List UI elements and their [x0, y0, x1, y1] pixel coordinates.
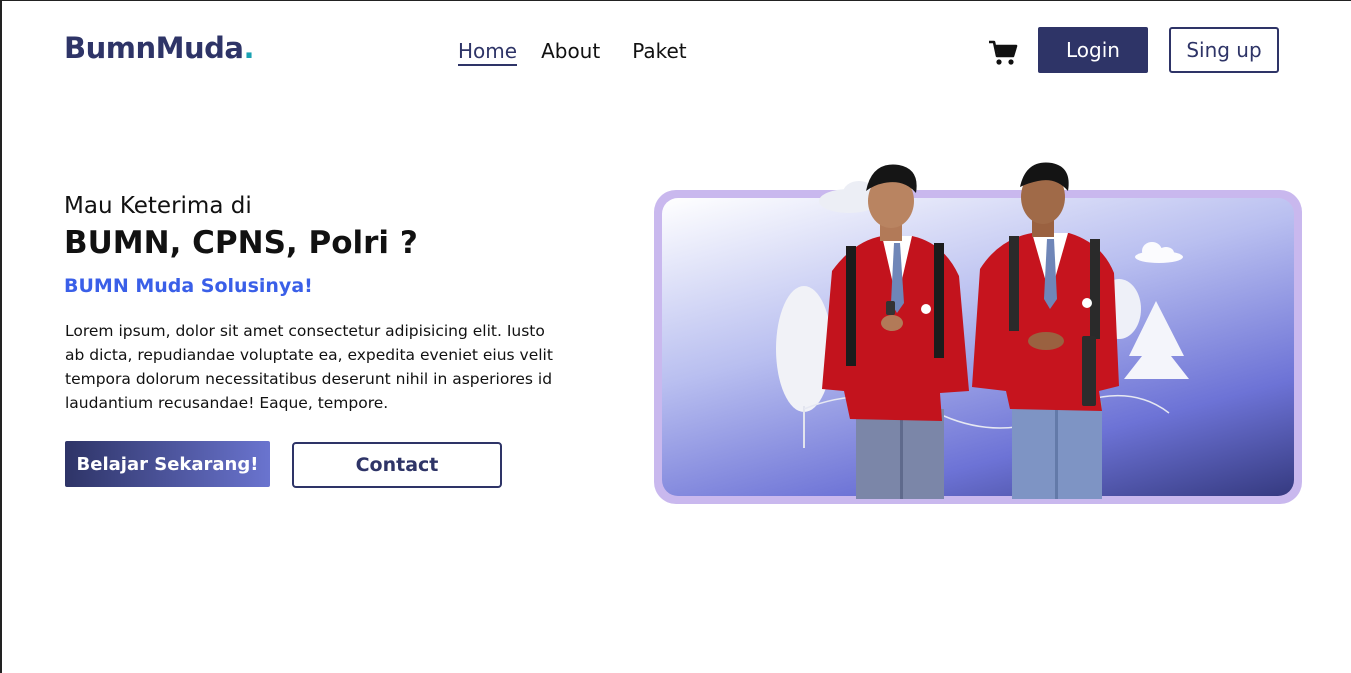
logo-text-main: BumnMuda — [64, 31, 244, 65]
nav-home[interactable]: Home — [458, 39, 518, 66]
login-button[interactable]: Login — [1038, 27, 1148, 73]
hero-title: BUMN, CPNS, Polri ? — [64, 225, 418, 261]
cloud-icon — [1135, 242, 1183, 263]
shopping-cart-icon[interactable] — [988, 39, 1018, 67]
student-figure-left — [822, 164, 969, 499]
belajar-sekarang-button[interactable]: Belajar Sekarang! — [65, 441, 270, 487]
contact-button[interactable]: Contact — [292, 442, 502, 488]
main-nav: Home About Paket — [458, 39, 719, 66]
nav-paket[interactable]: Paket — [632, 39, 686, 66]
logo-text-dot: . — [243, 31, 254, 65]
hero-illustration — [776, 162, 1189, 499]
student-figure-right — [972, 162, 1119, 499]
signup-button[interactable]: Sing up — [1169, 27, 1279, 73]
nav-about[interactable]: About — [541, 39, 600, 66]
hero-subtitle: BUMN Muda Solusinya! — [64, 275, 313, 297]
hero-pretitle: Mau Keterima di — [64, 193, 252, 219]
hero-description: Lorem ipsum, dolor sit amet consectetur … — [65, 322, 553, 412]
brand-logo[interactable]: BumnMuda. — [64, 31, 254, 65]
